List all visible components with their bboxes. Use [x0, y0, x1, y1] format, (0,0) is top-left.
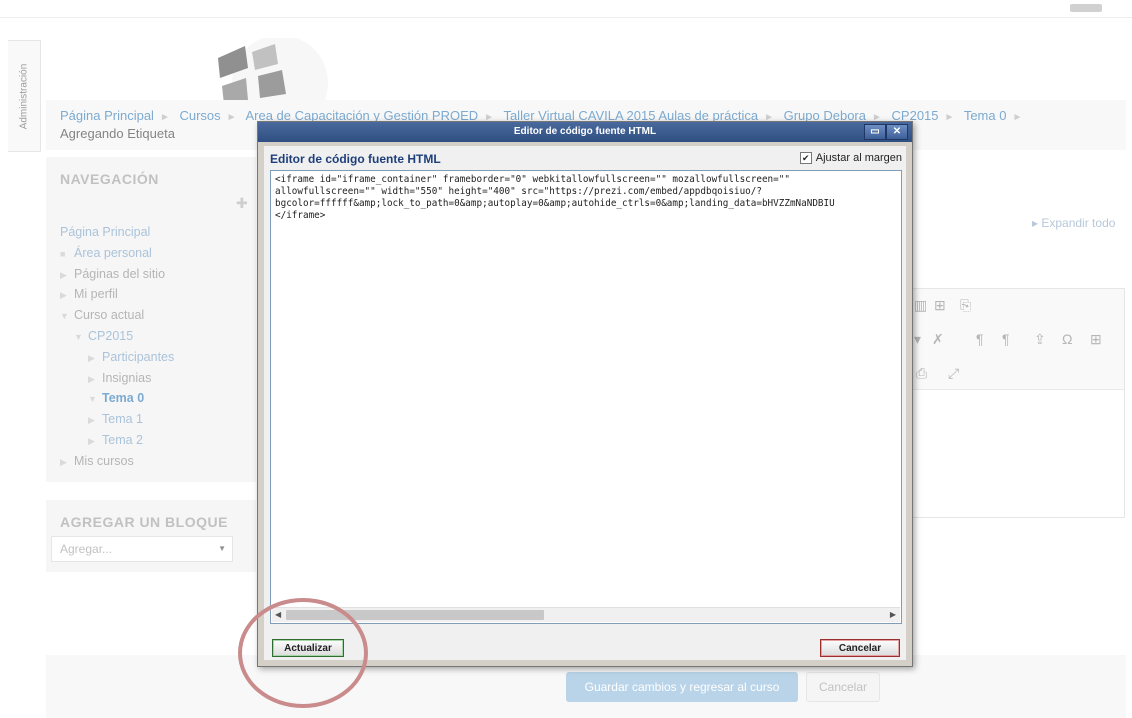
scroll-right-icon[interactable]: ▶ [890, 608, 896, 622]
horizontal-scrollbar[interactable]: ◀ ▶ [272, 607, 900, 622]
maximize-icon[interactable]: ▭ [864, 124, 886, 140]
dialog-window-title: Editor de código fuente HTML [513, 126, 657, 137]
highlight-circle [238, 598, 368, 708]
html-code-content[interactable]: <iframe id="iframe_container" frameborde… [271, 171, 901, 225]
html-source-editor-dialog: Editor de código fuente HTML ▭ ✕ Editor … [257, 121, 913, 667]
dialog-heading: Editor de código fuente HTML [270, 152, 441, 166]
dialog-titlebar[interactable]: Editor de código fuente HTML ▭ ✕ [258, 122, 912, 142]
wrap-option[interactable]: ✔ Ajustar al margen [799, 152, 902, 164]
wrap-checkbox[interactable]: ✔ [799, 152, 812, 164]
dialog-cancel-button[interactable]: Cancelar [820, 639, 900, 657]
dialog-body: Editor de código fuente HTML ✔ Ajustar a… [264, 146, 906, 660]
close-icon[interactable]: ✕ [886, 124, 908, 140]
wrap-label: Ajustar al margen [815, 152, 902, 164]
html-code-textarea[interactable]: <iframe id="iframe_container" frameborde… [270, 170, 902, 624]
